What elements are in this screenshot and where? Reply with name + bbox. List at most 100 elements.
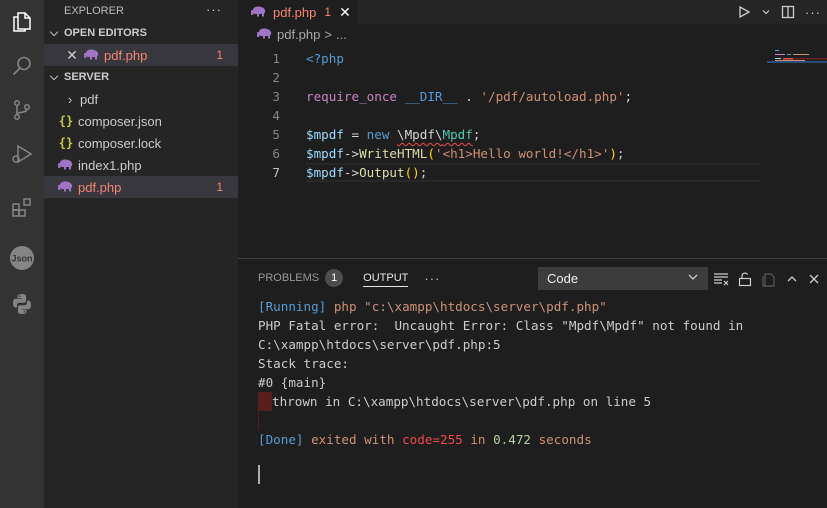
run-icon[interactable] [737, 5, 751, 19]
panel-actions [713, 267, 821, 290]
code-editor[interactable]: 1 <?php 2 3 require_once __DIR__ . '/pdf/aut… [238, 49, 827, 182]
tree-item-file-selected[interactable]: pdf.php 1 [44, 176, 238, 198]
server-section[interactable]: ⌵ SERVER [44, 66, 238, 88]
output-line: [Running] php "c:\xampp\htdocs\server\pd… [258, 297, 743, 316]
php-elephant-icon [58, 181, 73, 192]
code-token: ; [624, 89, 633, 104]
json-icon: Json [10, 246, 34, 270]
code-token: -> [343, 146, 360, 161]
tab-problems[interactable]: PROBLEMS 1 [258, 259, 344, 297]
problem-count: 1 [216, 180, 223, 194]
tab-problem-count: 1 [324, 5, 332, 19]
code-token: ) [609, 146, 617, 161]
output-text: 0.472 [493, 432, 532, 447]
open-editors-section[interactable]: ⌵ OPEN EDITORS [44, 22, 238, 44]
breadcrumb-symbol[interactable]: ... [336, 27, 347, 42]
json-extension-button[interactable]: Json [0, 236, 44, 280]
open-editor-item[interactable]: ✕ pdf.php 1 [44, 44, 238, 66]
output-text: code=255 [402, 432, 463, 447]
files-icon [13, 12, 31, 32]
chevron-right-icon: › [67, 91, 73, 107]
tab-bar: pdf.php 1 ✕ ··· [238, 0, 827, 24]
minimap[interactable] [767, 48, 827, 68]
lock-icon[interactable] [737, 271, 753, 287]
line-number: 7 [272, 165, 280, 180]
json-file-icon: {} [58, 136, 74, 150]
code-token: $mpdf [306, 127, 344, 142]
close-panel-icon[interactable] [807, 272, 821, 286]
tree-item-file[interactable]: {} composer.lock [44, 132, 238, 154]
tab-label: PROBLEMS [258, 272, 320, 284]
server-label: SERVER [64, 71, 110, 83]
line-content: $mpdf->WriteHTML('<h1>Hello world!</h1>'… [306, 144, 625, 163]
output-text: [Running] [258, 299, 327, 314]
code-token: () [404, 165, 420, 180]
line-content: require_once __DIR__ . '/pdf/autoload.ph… [306, 87, 632, 106]
maximize-panel-icon[interactable] [785, 272, 799, 286]
tree-item-folder[interactable]: › pdf [44, 88, 238, 110]
code-line[interactable]: 3 require_once __DIR__ . '/pdf/autoload.p… [238, 87, 827, 106]
search-icon [12, 56, 31, 76]
code-token: new [366, 127, 390, 142]
explorer-sidebar: EXPLORER ··· ⌵ OPEN EDITORS ✕ pdf.php 1 … [44, 0, 238, 508]
code-token: ; [472, 127, 481, 142]
tab-label: OUTPUT [363, 272, 409, 284]
file-name: pdf.php [104, 47, 148, 63]
php-elephant-icon [251, 6, 266, 17]
code-line[interactable]: 4 [238, 106, 827, 125]
output-line: Stack trace: [258, 354, 743, 373]
code-token: '<h1>Hello world!</h1>' [434, 146, 610, 161]
code-line[interactable]: 7 $mpdf->Output(); [238, 163, 827, 182]
editor-actions: ··· [737, 0, 827, 24]
code-line[interactable]: 5 $mpdf = new \Mpdf\Mpdf; [238, 125, 827, 144]
code-token: __DIR__ [404, 89, 458, 104]
bottom-panel: PROBLEMS 1 OUTPUT ··· Code [Running] php… [238, 258, 827, 508]
code-token: . [457, 89, 481, 104]
problem-count: 1 [216, 48, 223, 62]
code-line[interactable]: 2 [238, 68, 827, 87]
breadcrumb-file[interactable]: pdf.php [277, 27, 320, 42]
output-log[interactable]: [Running] php "c:\xampp\htdocs\server\pd… [258, 297, 743, 449]
clear-output-icon[interactable] [713, 271, 729, 287]
output-channel-select[interactable]: Code [538, 267, 708, 290]
output-text: seconds [531, 432, 592, 447]
more-actions-button[interactable]: ··· [805, 5, 821, 20]
extensions-icon [12, 198, 31, 217]
line-number: 1 [272, 51, 280, 66]
json-file-icon: {} [58, 114, 74, 128]
close-icon[interactable]: ✕ [64, 47, 80, 64]
file-name: composer.lock [78, 135, 162, 151]
line-number: 5 [272, 127, 280, 142]
problems-badge: 1 [325, 269, 344, 287]
code-line[interactable]: 1 <?php [238, 49, 827, 68]
tab-close-button[interactable]: ✕ [339, 4, 351, 21]
line-number: 4 [272, 108, 280, 123]
line-number: 3 [272, 89, 280, 104]
search-button[interactable] [0, 44, 44, 88]
tree-item-file[interactable]: index1.php [44, 154, 238, 176]
extensions-button[interactable] [0, 186, 44, 230]
file-name: pdf [80, 91, 99, 107]
source-control-button[interactable] [0, 88, 44, 132]
tab-output[interactable]: OUTPUT [363, 259, 409, 297]
chevron-down-icon[interactable] [761, 7, 771, 17]
output-line: #0 {main} [258, 373, 743, 392]
split-editor-icon[interactable] [781, 5, 795, 19]
explorer-header: EXPLORER ··· [44, 0, 238, 22]
open-log-icon[interactable] [761, 271, 777, 287]
tab-pdf-php[interactable]: pdf.php 1 ✕ [238, 0, 358, 24]
panel-more-button[interactable]: ··· [424, 271, 440, 286]
code-line[interactable]: 6 $mpdf->WriteHTML('<h1>Hello world!</h1>… [238, 144, 827, 163]
python-extension-button[interactable] [0, 282, 44, 326]
output-text: #0 {main} [258, 375, 327, 390]
tree-item-file[interactable]: {} composer.json [44, 110, 238, 132]
explorer-button[interactable] [0, 0, 44, 44]
channel-value: Code [547, 271, 579, 286]
source-control-icon [13, 99, 31, 121]
explorer-more-button[interactable]: ··· [206, 2, 222, 17]
chevron-down-icon: ⌵ [49, 70, 59, 83]
run-debug-button[interactable] [0, 132, 44, 176]
output-text: in [462, 432, 494, 447]
